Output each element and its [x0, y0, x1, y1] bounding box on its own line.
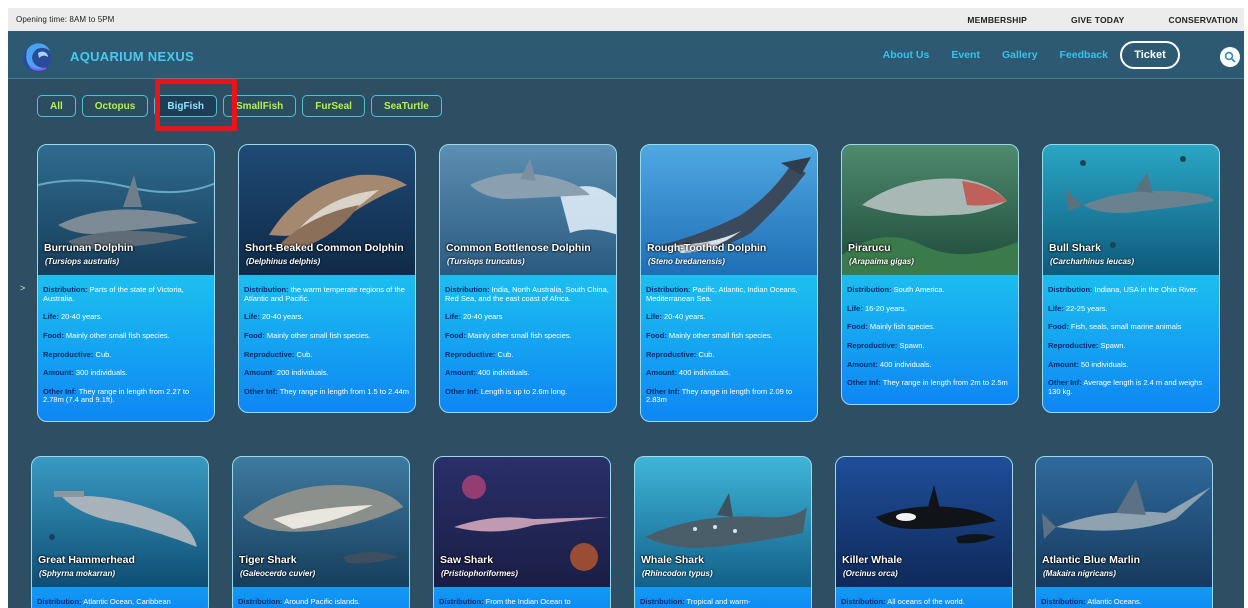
animal-name: Saw Shark: [440, 554, 494, 566]
animal-info: Distribution: All oceans of the world.: [841, 597, 965, 606]
scientific-name: (Galeocerdo cuvier): [240, 569, 316, 578]
animal-photo: Killer Whale (Orcinus orca): [836, 457, 1012, 587]
animal-info: Distribution: From the Indian Ocean to: [439, 597, 571, 606]
scientific-name: (Delphinus delphis): [246, 257, 321, 266]
animal-name: Killer Whale: [842, 554, 903, 566]
animal-info: Distribution: Atlantic Oceans.: [1041, 597, 1142, 606]
give-today-link[interactable]: GIVE TODAY: [1071, 15, 1125, 25]
animal-card[interactable]: Tiger Shark (Galeocerdo cuvier) Distribu…: [232, 456, 410, 608]
animal-photo: Rough-Toothed Dolphin (Steno bredanensis…: [641, 145, 817, 275]
scientific-name: (Arapaima gigas): [849, 257, 914, 266]
membership-link[interactable]: MEMBERSHIP: [967, 15, 1027, 25]
animal-name: Whale Shark: [641, 554, 705, 566]
animal-info: Distribution: Tropical and warm-: [640, 597, 751, 606]
animal-card[interactable]: Bull Shark (Carcharhinus leucas) Distrib…: [1042, 144, 1220, 414]
scientific-name: (Rhincodon typus): [642, 569, 713, 578]
category-filters: All Octopus BigFish SmallFish FurSeal Se…: [37, 95, 442, 119]
top-links: MEMBERSHIP GIVE TODAY CONSERVATION: [967, 15, 1238, 25]
animal-card[interactable]: Killer Whale (Orcinus orca) Distribution…: [835, 456, 1013, 608]
scientific-name: (Sphyrna mokarran): [39, 569, 116, 578]
animal-name: Rough-Toothed Dolphin: [647, 242, 767, 254]
top-info-bar: Opening time: 8AM to 5PM MEMBERSHIP GIVE…: [8, 8, 1244, 31]
animal-card[interactable]: Pirarucu (Arapaima gigas) Distribution: …: [841, 144, 1019, 405]
side-arrow-icon[interactable]: >: [20, 283, 25, 293]
main-area: AQUARIUM NEXUS About Us Event Gallery Fe…: [8, 31, 1244, 608]
animal-name: Common Bottlenose Dolphin: [446, 242, 591, 254]
scientific-name: (Carcharhinus leucas): [1050, 257, 1135, 266]
nav-about-us[interactable]: About Us: [883, 49, 930, 61]
animal-photo: Great Hammerhead (Sphyrna mokarran): [32, 457, 208, 587]
scientific-name: (Steno bredanensis): [648, 257, 725, 266]
animal-photo: Pirarucu (Arapaima gigas): [842, 145, 1018, 275]
animal-photo: Atlantic Blue Marlin (Makaira nigricans): [1036, 457, 1212, 587]
scientific-name: (Tursiops australis): [45, 257, 120, 266]
animal-card[interactable]: Saw Shark (Pristiophoriformes) Distribut…: [433, 456, 611, 608]
animal-photo: Short-Beaked Common Dolphin (Delphinus d…: [239, 145, 415, 275]
animal-photo: Bull Shark (Carcharhinus leucas): [1043, 145, 1219, 275]
logo-icon[interactable]: [18, 37, 56, 75]
animal-card[interactable]: Rough-Toothed Dolphin (Steno bredanensis…: [640, 144, 818, 422]
opening-time: Opening time: 8AM to 5PM: [16, 15, 115, 24]
filter-furseal[interactable]: FurSeal: [302, 95, 365, 117]
brand-name[interactable]: AQUARIUM NEXUS: [70, 49, 194, 64]
scientific-name: (Orcinus orca): [843, 569, 898, 578]
scientific-name: (Pristiophoriformes): [441, 569, 518, 578]
animal-photo: Burrunan Dolphin (Tursiops australis): [38, 145, 214, 275]
animal-name: Bull Shark: [1049, 242, 1101, 254]
animal-info: Distribution: India, North Australia, So…: [445, 285, 609, 396]
search-icon: [1224, 51, 1236, 63]
filter-seaturtle[interactable]: SeaTurtle: [370, 95, 442, 117]
scientific-name: (Makaira nigricans): [1043, 569, 1116, 578]
nav-event[interactable]: Event: [951, 49, 980, 61]
ticket-button[interactable]: Ticket: [1120, 41, 1180, 69]
animal-info: Distribution: Around Pacific islands.: [238, 597, 361, 606]
animal-photo: Saw Shark (Pristiophoriformes): [434, 457, 610, 587]
animal-info: Distribution: Parts of the state of Vict…: [43, 285, 190, 405]
animal-photo: Whale Shark (Rhincodon typus): [635, 457, 811, 587]
animal-info: Distribution: Indiana, USA in the Ohio R…: [1048, 285, 1203, 396]
animal-card[interactable]: Atlantic Blue Marlin (Makaira nigricans)…: [1035, 456, 1213, 608]
nav-feedback[interactable]: Feedback: [1060, 49, 1108, 61]
animal-card[interactable]: Whale Shark (Rhincodon typus) Distributi…: [634, 456, 812, 608]
animal-card[interactable]: Common Bottlenose Dolphin (Tursiops trun…: [439, 144, 617, 414]
animal-name: Atlantic Blue Marlin: [1042, 554, 1141, 566]
animal-photo: Common Bottlenose Dolphin (Tursiops trun…: [440, 145, 616, 275]
selection-highlight-box: [155, 79, 237, 131]
animal-name: Burrunan Dolphin: [44, 242, 134, 254]
search-button[interactable]: [1220, 47, 1240, 67]
animal-photo: Tiger Shark (Galeocerdo cuvier): [233, 457, 409, 587]
animal-card[interactable]: Burrunan Dolphin (Tursiops australis) Di…: [37, 144, 215, 422]
animal-card[interactable]: Short-Beaked Common Dolphin (Delphinus d…: [238, 144, 416, 414]
animal-info: Distribution: the warm temperate regions…: [244, 285, 409, 396]
animal-info: Distribution: Atlantic Ocean, Caribbean: [37, 597, 171, 606]
conservation-link[interactable]: CONSERVATION: [1169, 15, 1238, 25]
animal-card[interactable]: Great Hammerhead (Sphyrna mokarran) Dist…: [31, 456, 209, 608]
animal-info: Distribution: Pacific, Atlantic, Indian …: [646, 285, 798, 405]
main-nav: About Us Event Gallery Feedback Ticket: [883, 41, 1180, 69]
site-header: AQUARIUM NEXUS About Us Event Gallery Fe…: [8, 31, 1244, 79]
animal-info: Distribution: South America. Life: 16-20…: [847, 285, 1008, 388]
filter-octopus[interactable]: Octopus: [81, 95, 149, 117]
filter-all[interactable]: All: [37, 95, 76, 117]
nav-gallery[interactable]: Gallery: [1002, 49, 1038, 61]
animal-name: Tiger Shark: [239, 554, 297, 566]
scientific-name: (Tursiops truncatus): [447, 257, 525, 266]
animal-name: Short-Beaked Common Dolphin: [245, 242, 404, 254]
animal-name: Great Hammerhead: [38, 554, 135, 566]
animal-name: Pirarucu: [848, 242, 891, 254]
